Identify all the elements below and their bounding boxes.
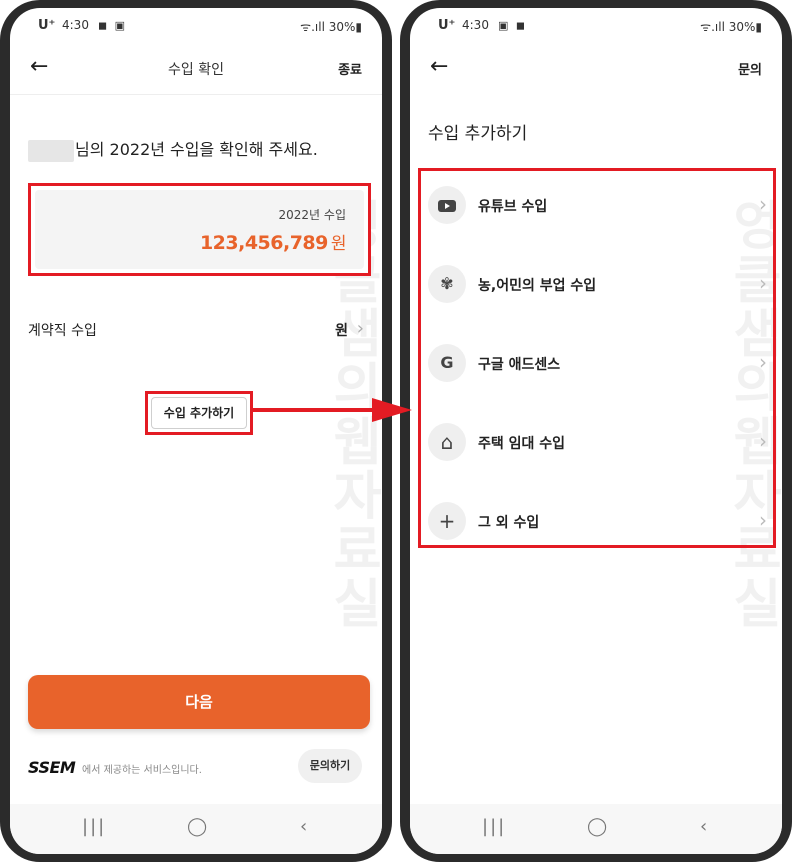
right-phone-frame: U⁺ 4:30 ▣ ◼ ᯤ.ıll 30%▮ 엉클샘의웹자료실 ← 문의 수입 … <box>400 0 792 862</box>
contract-income-row[interactable]: 계약직 수입 원 › <box>28 318 364 344</box>
chevron-right-icon: › <box>759 192 767 216</box>
notification-icons: ▣ ◼ <box>498 19 528 32</box>
carrier-label: U⁺ <box>38 18 56 33</box>
income-year-label: 2022년 수입 <box>278 208 346 222</box>
list-item-adsense[interactable]: G 구글 애드센스 › <box>421 329 773 408</box>
chevron-right-icon: › <box>759 508 767 532</box>
recent-apps-icon[interactable]: ||| <box>82 816 106 837</box>
list-item-farm-fish[interactable]: ✾ 농,어민의 부업 수입 › <box>421 250 773 329</box>
status-time: 4:30 <box>462 18 489 32</box>
list-item-label: 그 외 수입 <box>478 515 540 531</box>
add-income-button[interactable]: 수입 추가하기 <box>151 397 247 429</box>
carrier-label: U⁺ <box>438 18 456 33</box>
page-title: 수입 확인 <box>168 62 224 78</box>
income-amount-value: 123,456,789 <box>199 232 328 254</box>
add-income-screen: U⁺ 4:30 ▣ ◼ ᯤ.ıll 30%▮ 엉클샘의웹자료실 ← 문의 수입 … <box>410 8 782 854</box>
back-arrow-icon[interactable]: ← <box>430 54 448 79</box>
nav-back-icon[interactable]: ‹ <box>700 816 707 837</box>
list-item-label: 주택 임대 수입 <box>478 436 566 452</box>
confirm-message-text: 님의 2022년 수입을 확인해 주세요. <box>75 140 318 159</box>
provider-text: 에서 제공하는 서비스입니다. <box>82 765 202 776</box>
list-item-other[interactable]: + 그 외 수입 › <box>421 487 773 566</box>
income-amount: 123,456,789 원 <box>199 229 347 254</box>
plus-icon: + <box>428 502 466 540</box>
list-item-label: 농,어민의 부업 수입 <box>478 278 597 294</box>
left-phone-frame: U⁺ 4:30 ◼ ▣ ᯤ.ıll 30%▮ 엉클샘의웹자료실 ← 수입 확인 … <box>0 0 392 862</box>
list-item-housing-rent[interactable]: ⌂ 주택 임대 수입 › <box>421 408 773 487</box>
contract-income-value: 원 <box>335 323 348 339</box>
chevron-right-icon: › <box>356 318 364 339</box>
income-amount-unit: 원 <box>330 234 347 254</box>
chevron-right-icon: › <box>759 429 767 453</box>
income-summary-card: 2022년 수입 123,456,789 원 <box>35 190 364 269</box>
ssem-logo: SSEM <box>28 758 76 777</box>
battery-signal-icons: ᯤ.ıll 30%▮ <box>300 20 362 34</box>
income-summary-highlight: 2022년 수입 123,456,789 원 <box>28 183 371 276</box>
nav-back-icon[interactable]: ‹ <box>300 816 307 837</box>
page-heading: 수입 추가하기 <box>428 124 528 144</box>
status-bar: U⁺ 4:30 ◼ ▣ ᯤ.ıll 30%▮ <box>10 8 382 44</box>
list-item-label: 구글 애드센스 <box>478 357 561 373</box>
system-nav-bar: ||| ◯ ‹ <box>10 804 382 854</box>
next-button[interactable]: 다음 <box>28 675 370 729</box>
chevron-right-icon: › <box>759 350 767 374</box>
status-bar: U⁺ 4:30 ▣ ◼ ᯤ.ıll 30%▮ <box>410 8 782 44</box>
add-income-highlight: 수입 추가하기 <box>145 391 253 435</box>
app-bar: ← 문의 <box>410 44 782 94</box>
battery-signal-icons: ᯤ.ıll 30%▮ <box>700 20 762 34</box>
youtube-play-shape <box>438 199 456 212</box>
exit-button[interactable]: 종료 <box>338 59 362 78</box>
confirm-message: 님의 2022년 수입을 확인해 주세요. <box>28 136 318 162</box>
house-icon: ⌂ <box>428 423 466 461</box>
app-bar: ← 수입 확인 종료 <box>10 44 382 94</box>
inquiry-button[interactable]: 문의하기 <box>298 749 362 783</box>
income-type-list-highlight: 유튜브 수입 › ✾ 농,어민의 부업 수입 › G 구글 애드센스 › ⌂ 주… <box>418 168 776 548</box>
app-bar-divider <box>10 94 382 95</box>
notification-icons: ◼ ▣ <box>98 19 128 32</box>
sprout-icon: ✾ <box>428 265 466 303</box>
home-icon[interactable]: ◯ <box>187 816 207 837</box>
income-confirm-screen: U⁺ 4:30 ◼ ▣ ᯤ.ıll 30%▮ 엉클샘의웹자료실 ← 수입 확인 … <box>10 8 382 854</box>
recent-apps-icon[interactable]: ||| <box>482 816 506 837</box>
status-time: 4:30 <box>62 18 89 32</box>
inquiry-link[interactable]: 문의 <box>738 59 762 78</box>
home-icon[interactable]: ◯ <box>587 816 607 837</box>
google-icon: G <box>428 344 466 382</box>
list-item-youtube[interactable]: 유튜브 수입 › <box>421 171 773 250</box>
contract-income-label: 계약직 수입 <box>28 323 97 339</box>
chevron-right-icon: › <box>759 271 767 295</box>
blurred-user-name <box>28 139 74 162</box>
list-item-label: 유튜브 수입 <box>478 199 548 215</box>
system-nav-bar: ||| ◯ ‹ <box>410 804 782 854</box>
youtube-icon <box>428 186 466 224</box>
